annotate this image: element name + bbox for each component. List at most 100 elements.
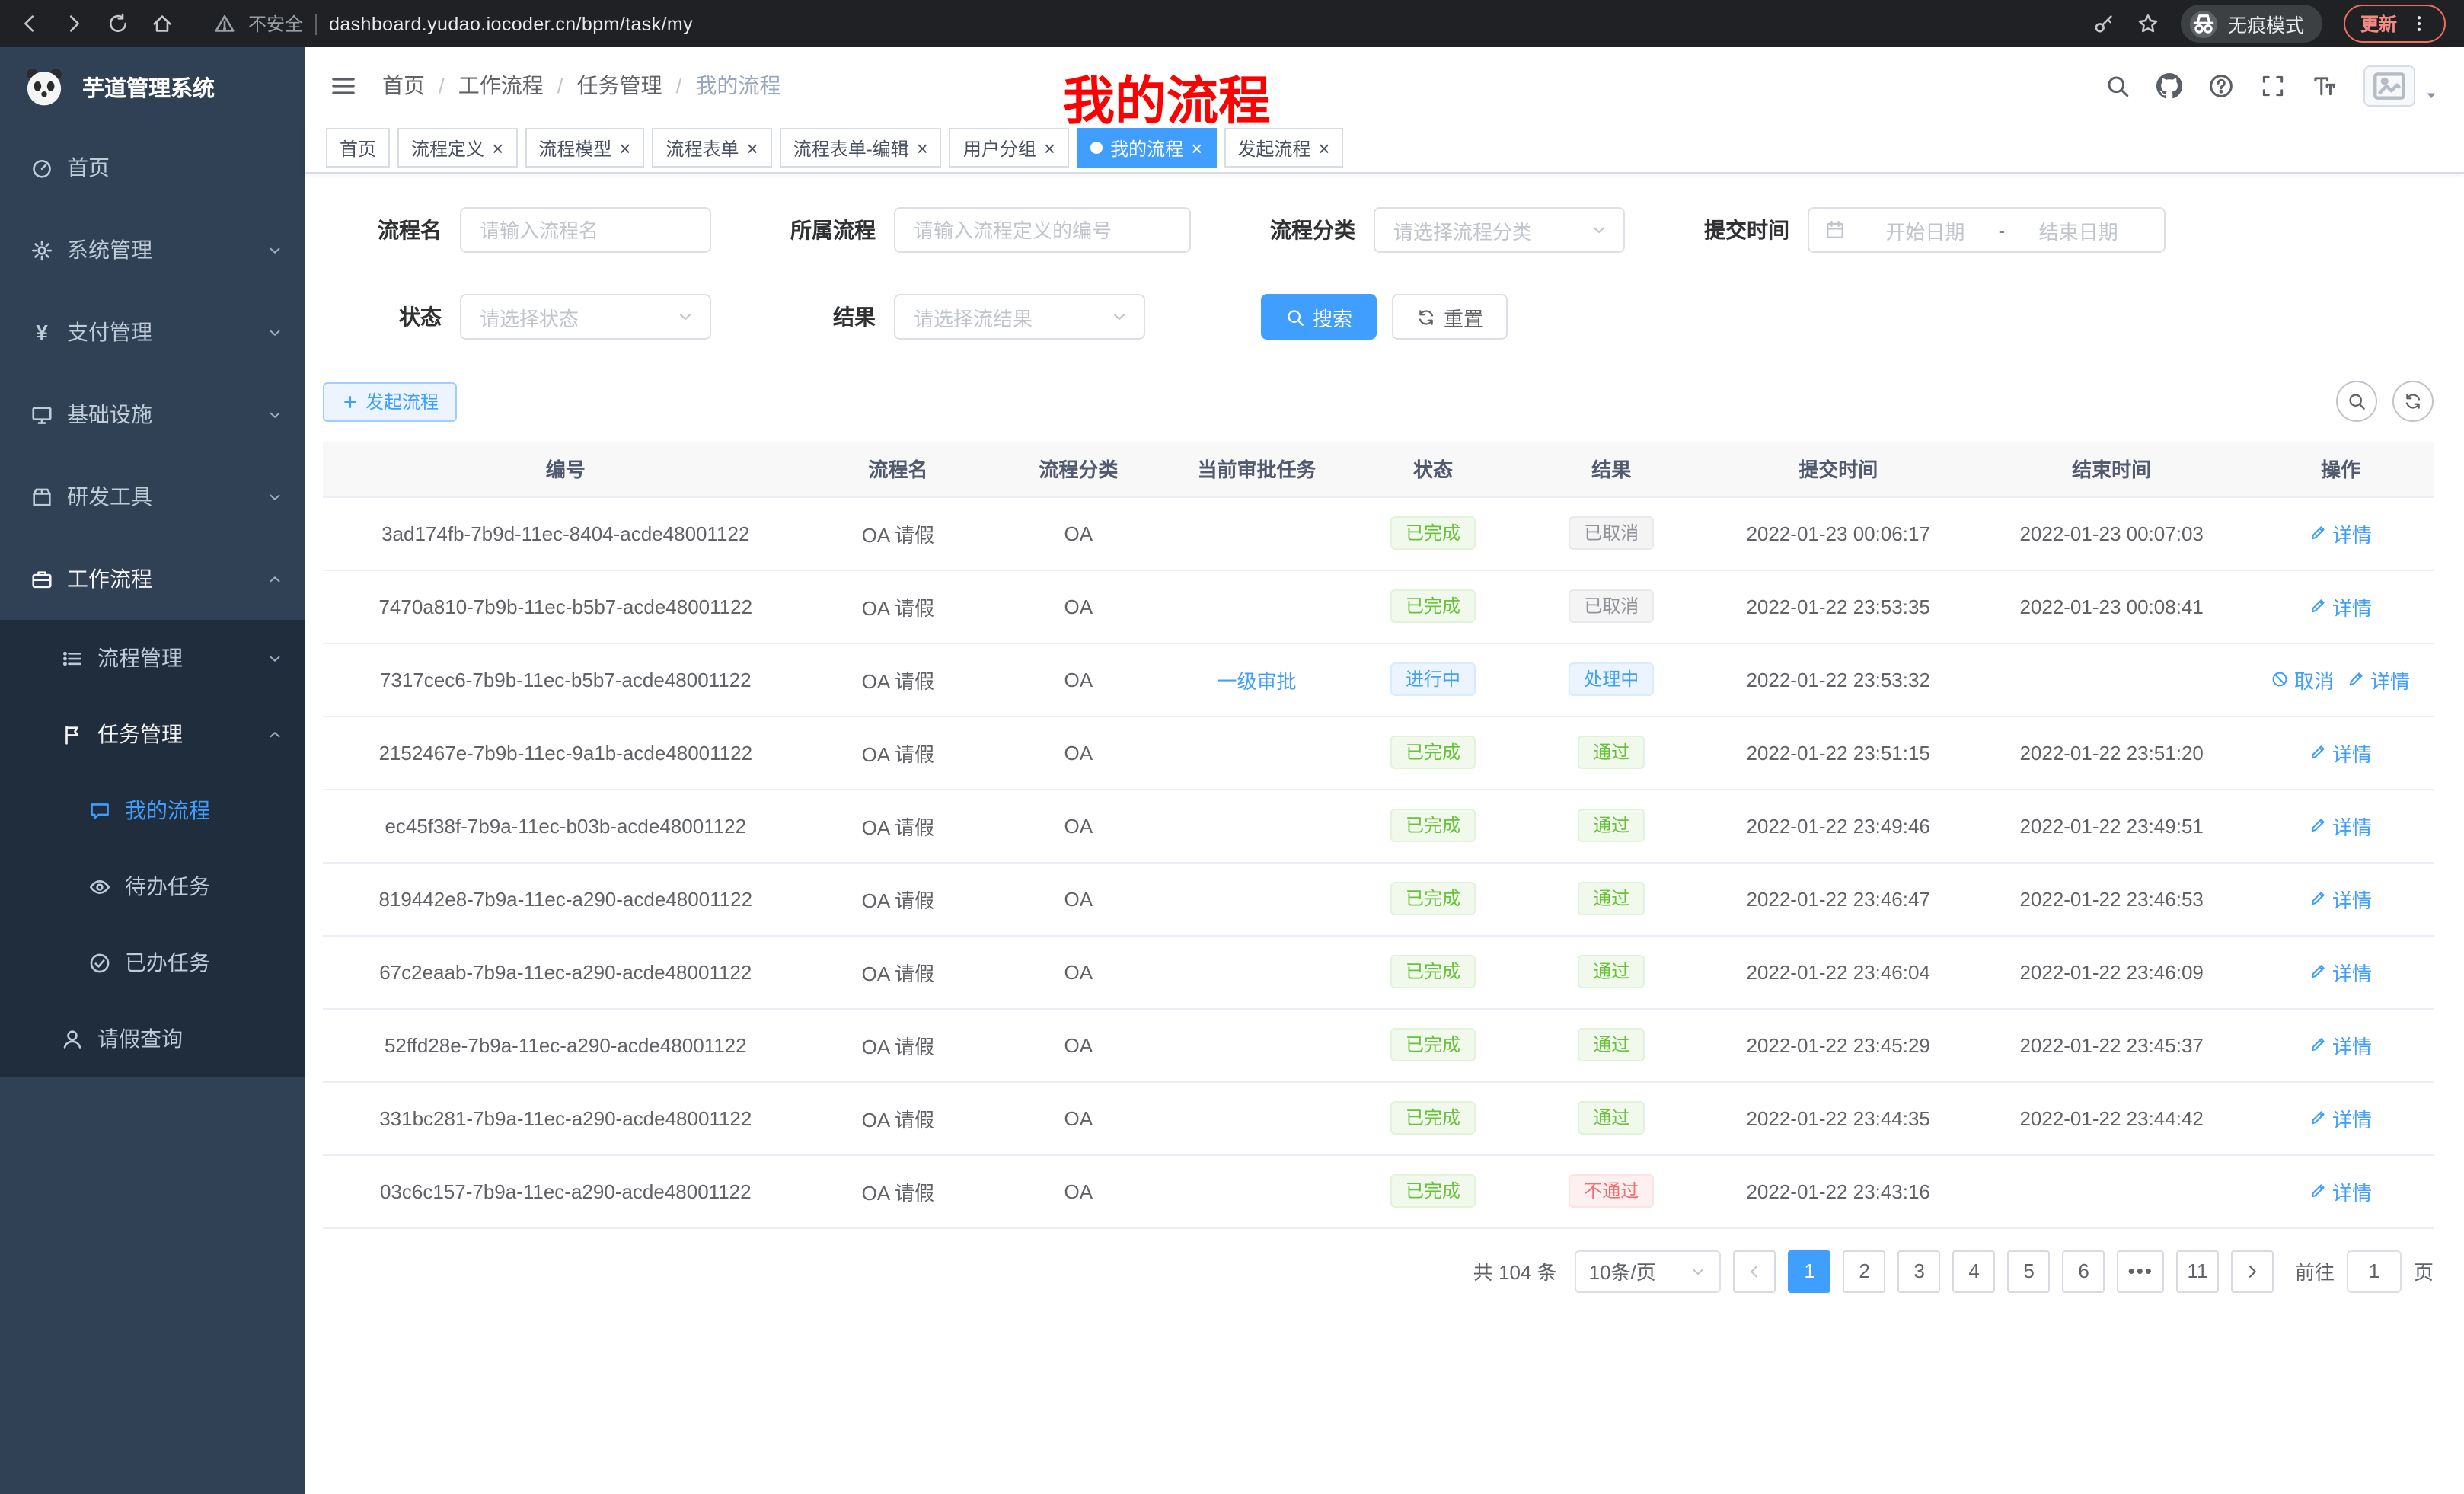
tab-home[interactable]: 首页 xyxy=(326,128,390,168)
close-icon[interactable]: × xyxy=(1044,138,1055,158)
result-badge: 通过 xyxy=(1578,1101,1645,1135)
current-task-link[interactable]: 一级审批 xyxy=(1218,665,1297,694)
close-icon[interactable]: × xyxy=(1191,138,1202,158)
github-icon[interactable] xyxy=(2156,72,2182,98)
detail-action[interactable]: 详情 xyxy=(2309,519,2372,547)
search-button[interactable]: 搜索 xyxy=(1261,294,1377,340)
submit-time-range[interactable]: 开始日期 - 结束日期 xyxy=(1808,207,2166,253)
sidebar-item-my-process[interactable]: 我的流程 xyxy=(0,772,305,848)
sidebar-item-task-management[interactable]: 任务管理 xyxy=(0,696,305,772)
reset-button[interactable]: 重置 xyxy=(1392,294,1508,340)
status-badge: 已完成 xyxy=(1390,1101,1476,1135)
address-bar[interactable]: 不安全 dashboard.yudao.iocoder.cn/bpm/task/… xyxy=(213,11,693,37)
detail-action[interactable]: 详情 xyxy=(2309,738,2372,767)
create-process-button[interactable]: 发起流程 xyxy=(323,381,457,421)
goto-label: 前往 xyxy=(2295,1256,2335,1285)
page-button-4[interactable]: 4 xyxy=(1953,1250,1996,1292)
tab-process-form-edit[interactable]: 流程表单-编辑× xyxy=(780,128,942,168)
page-button-5[interactable]: 5 xyxy=(2008,1250,2051,1292)
page-size-select[interactable]: 10条/页 xyxy=(1575,1250,1722,1292)
detail-action[interactable]: 详情 xyxy=(2309,1176,2372,1205)
cell-current-task xyxy=(1170,1154,1345,1227)
sidebar-item-infrastructure[interactable]: 基础设施 xyxy=(0,373,305,455)
status-select[interactable]: 请选择状态 xyxy=(460,294,711,340)
detail-action[interactable]: 详情 xyxy=(2348,665,2410,694)
sidebar-item-dev-tools[interactable]: 研发工具 xyxy=(0,455,305,538)
close-icon[interactable]: × xyxy=(917,138,928,158)
column-header-2: 流程分类 xyxy=(988,442,1169,496)
close-icon[interactable]: × xyxy=(1318,138,1329,158)
cell-result: 通过 xyxy=(1521,1081,1701,1154)
tab-process-model[interactable]: 流程模型× xyxy=(525,128,644,168)
process-definition-input[interactable] xyxy=(894,207,1191,253)
home-icon[interactable] xyxy=(151,12,174,35)
goto-page-input[interactable] xyxy=(2347,1250,2402,1292)
help-icon[interactable] xyxy=(2208,72,2234,98)
close-icon[interactable]: × xyxy=(619,138,630,158)
sidebar-item-system[interactable]: 系统管理 xyxy=(0,209,305,291)
search-icon[interactable] xyxy=(2105,72,2130,98)
filter-status: 状态 请选择状态 xyxy=(323,294,711,340)
close-icon[interactable]: × xyxy=(747,138,758,158)
page-button-6[interactable]: 6 xyxy=(2063,1250,2105,1292)
reload-icon[interactable] xyxy=(107,12,129,35)
font-size-icon[interactable] xyxy=(2312,72,2338,98)
breadcrumb-item-task-management[interactable]: 任务管理 xyxy=(577,70,662,101)
pager-ellipsis[interactable]: ••• xyxy=(2118,1250,2164,1292)
toggle-search-button[interactable] xyxy=(2336,381,2377,422)
sidebar-item-todo-tasks[interactable]: 待办任务 xyxy=(0,848,305,924)
tab-start-process[interactable]: 发起流程× xyxy=(1224,128,1343,168)
page-button-11[interactable]: 11 xyxy=(2176,1250,2219,1292)
forward-icon[interactable] xyxy=(62,12,85,35)
cell-submit-time: 2022-01-22 23:51:15 xyxy=(1701,716,1975,789)
detail-action[interactable]: 详情 xyxy=(2309,884,2372,913)
chevron-up-icon xyxy=(267,726,283,742)
cell-end-time: 2022-01-23 00:07:03 xyxy=(1975,496,2248,570)
status-badge: 已完成 xyxy=(1390,882,1476,915)
update-button[interactable]: 更新 xyxy=(2344,5,2446,43)
sidebar-item-home[interactable]: 首页 xyxy=(0,126,305,209)
detail-action[interactable]: 详情 xyxy=(2309,811,2372,840)
status-badge: 进行中 xyxy=(1390,662,1476,696)
prev-page-button[interactable] xyxy=(1734,1250,1776,1292)
cell-submit-time: 2022-01-23 00:06:17 xyxy=(1701,496,1975,570)
sidebar-toggle[interactable] xyxy=(329,71,358,100)
result-select[interactable]: 请选择流结果 xyxy=(894,294,1145,340)
page-button-1[interactable]: 1 xyxy=(1789,1250,1831,1292)
detail-action[interactable]: 详情 xyxy=(2309,1103,2372,1132)
cancel-action[interactable]: 取消 xyxy=(2271,665,2334,694)
sidebar-item-payment[interactable]: ¥支付管理 xyxy=(0,291,305,373)
back-icon[interactable] xyxy=(18,12,41,35)
cell-actions: 取消详情 xyxy=(2248,643,2434,716)
table-row-1: 7470a810-7b9b-11ec-b5b7-acde48001122OA 请… xyxy=(323,570,2434,643)
breadcrumb-item-home[interactable]: 首页 xyxy=(382,70,425,101)
result-label: 结果 xyxy=(757,302,876,332)
next-page-button[interactable] xyxy=(2231,1250,2274,1292)
category-select[interactable]: 请选择流程分类 xyxy=(1374,207,1625,253)
key-icon[interactable] xyxy=(2092,12,2115,35)
sidebar-item-leave-query[interactable]: 请假查询 xyxy=(0,1001,305,1077)
star-icon[interactable] xyxy=(2137,12,2159,35)
cell-category: OA xyxy=(988,496,1169,570)
sidebar-item-workflow[interactable]: 工作流程 xyxy=(0,538,305,620)
page-button-3[interactable]: 3 xyxy=(1898,1250,1941,1292)
process-name-input[interactable] xyxy=(460,207,711,253)
close-icon[interactable]: × xyxy=(492,138,503,158)
tab-user-group[interactable]: 用户分组× xyxy=(950,128,1069,168)
tab-process-definition[interactable]: 流程定义× xyxy=(397,128,517,168)
detail-action[interactable]: 详情 xyxy=(2309,592,2372,621)
detail-action[interactable]: 详情 xyxy=(2309,1030,2372,1059)
user-avatar[interactable] xyxy=(2363,65,2440,106)
menu-dots-icon[interactable] xyxy=(2409,14,2429,34)
tab-my-process[interactable]: 我的流程× xyxy=(1077,128,1216,168)
tab-process-form[interactable]: 流程表单× xyxy=(652,128,771,168)
refresh-table-button[interactable] xyxy=(2392,381,2434,422)
detail-action[interactable]: 详情 xyxy=(2309,957,2372,986)
cell-status: 已完成 xyxy=(1345,789,1522,862)
cell-end-time: 2022-01-22 23:46:53 xyxy=(1975,862,2248,935)
page-button-2[interactable]: 2 xyxy=(1843,1250,1886,1292)
sidebar-item-process-management[interactable]: 流程管理 xyxy=(0,620,305,696)
fullscreen-icon[interactable] xyxy=(2260,72,2286,98)
breadcrumb-item-workflow[interactable]: 工作流程 xyxy=(458,70,544,101)
sidebar-item-done-tasks[interactable]: 已办任务 xyxy=(0,924,305,1001)
